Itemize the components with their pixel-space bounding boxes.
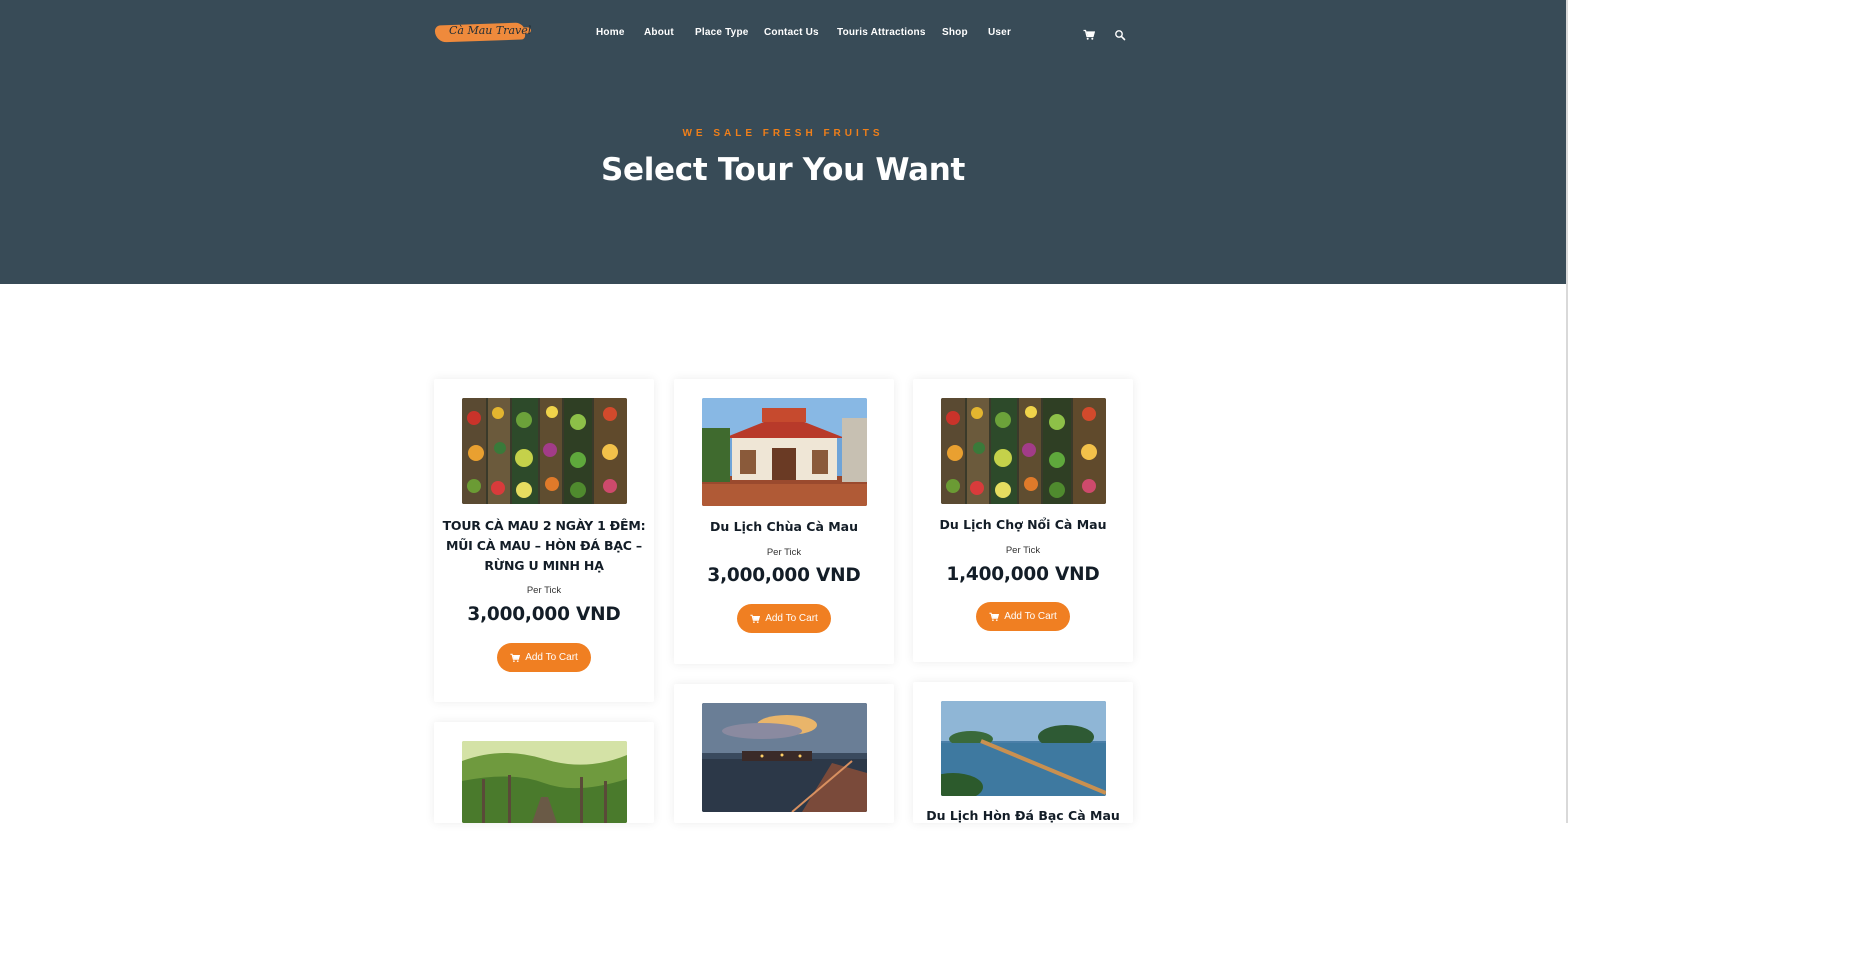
product-image-floating-market[interactable]	[462, 398, 627, 504]
product-title[interactable]: Du Lịch Chùa Cà Mau	[678, 517, 890, 537]
hero-banner	[0, 0, 1566, 284]
product-title[interactable]: Du Lịch Hòn Đá Bạc Cà Mau	[917, 806, 1129, 826]
product-image-mangrove-forest[interactable]	[462, 741, 627, 823]
nav-user[interactable]: User	[988, 27, 1011, 38]
cart-icon	[750, 614, 761, 623]
nav-contact-us[interactable]: Contact Us	[764, 27, 819, 38]
cart-icon	[510, 653, 521, 662]
product-image-floating-market[interactable]	[941, 398, 1106, 504]
site-logo[interactable]: Cà Mau Travel	[434, 21, 531, 45]
product-title[interactable]: TOUR CÀ MAU 2 NGÀY 1 ĐÊM: MŨI CÀ MAU – H…	[438, 516, 650, 576]
product-card[interactable]: Du Lịch Hòn Đá Bạc Cà Mau	[913, 682, 1133, 823]
product-unit: Per Tick	[526, 585, 562, 596]
add-to-cart-button[interactable]: Add To Cart	[737, 604, 831, 633]
product-price: 3,000,000 VND	[707, 565, 861, 586]
nav-about[interactable]: About	[644, 27, 674, 38]
product-image-island-bridge[interactable]	[941, 701, 1106, 796]
product-price: 3,000,000 VND	[467, 604, 621, 625]
cart-icon[interactable]	[1083, 26, 1096, 40]
product-card[interactable]: Du Lịch Chùa Cà Mau Per Tick 3,000,000 V…	[674, 379, 894, 664]
search-icon[interactable]	[1114, 26, 1126, 41]
nav-touris-attractions[interactable]: Touris Attractions	[837, 27, 926, 38]
product-unit: Per Tick	[766, 547, 802, 558]
nav-shop[interactable]: Shop	[942, 27, 968, 38]
product-price: 1,400,000 VND	[946, 564, 1100, 585]
logo-text: Cà Mau Travel	[449, 24, 532, 37]
product-image-pagoda[interactable]	[702, 398, 867, 506]
product-card[interactable]: Du Lịch Chợ Nổi Cà Mau Per Tick 1,400,00…	[913, 379, 1133, 662]
page-edge	[1566, 0, 1568, 823]
add-to-cart-button[interactable]: Add To Cart	[497, 643, 591, 672]
nav-home[interactable]: Home	[596, 27, 625, 38]
add-to-cart-label: Add To Cart	[525, 652, 578, 663]
add-to-cart-label: Add To Cart	[765, 613, 818, 624]
nav-place-type[interactable]: Place Type	[695, 27, 749, 38]
product-card[interactable]	[674, 684, 894, 823]
product-card[interactable]	[434, 722, 654, 823]
product-unit: Per Tick	[1005, 545, 1041, 556]
product-title[interactable]: Du Lịch Chợ Nổi Cà Mau	[917, 515, 1129, 535]
add-to-cart-button[interactable]: Add To Cart	[976, 602, 1070, 631]
hero-kicker: WE SALE FRESH FRUITS	[682, 128, 884, 139]
add-to-cart-label: Add To Cart	[1004, 611, 1057, 622]
product-card[interactable]: TOUR CÀ MAU 2 NGÀY 1 ĐÊM: MŨI CÀ MAU – H…	[434, 379, 654, 702]
hero-title: Select Tour You Want	[600, 152, 966, 188]
product-image-sunset-pier[interactable]	[702, 703, 867, 812]
cart-icon	[989, 612, 1000, 621]
